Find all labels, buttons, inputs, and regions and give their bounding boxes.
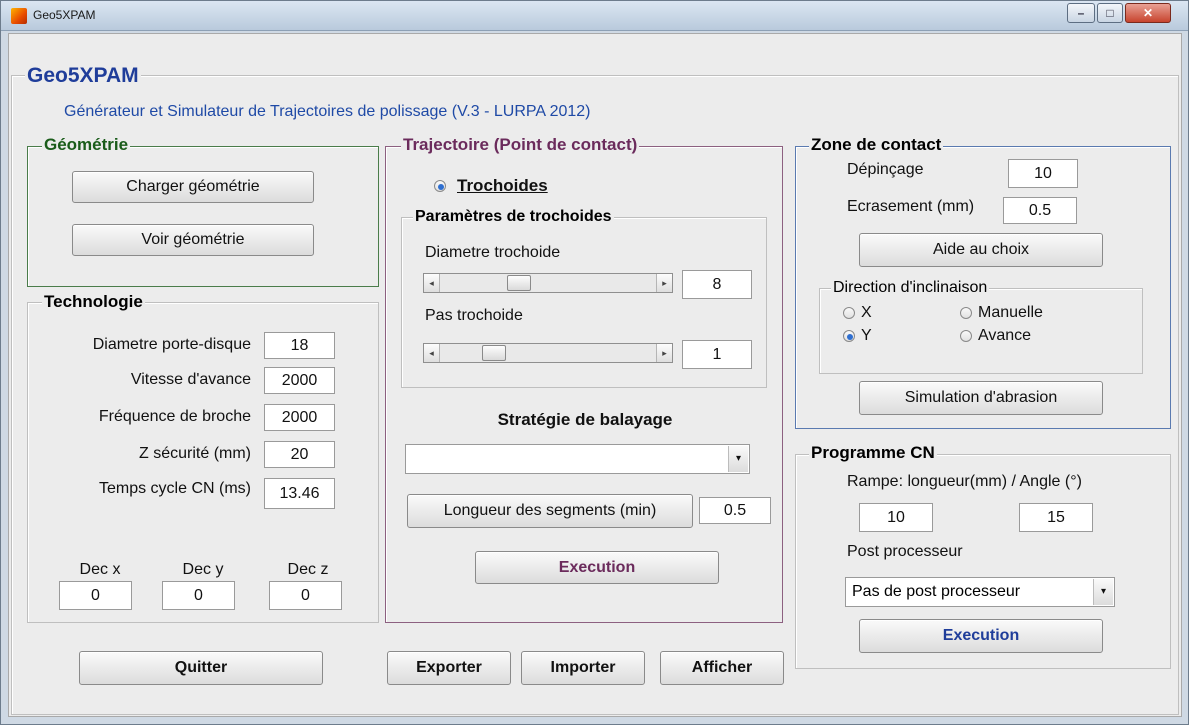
radio-manuelle-label[interactable]: Manuelle: [978, 304, 1043, 322]
rampe-label: Rampe: longueur(mm) / Angle (°): [847, 473, 1082, 490]
strategie-balayage-dropdown[interactable]: ▾: [405, 444, 750, 474]
close-button[interactable]: ✕: [1125, 3, 1171, 23]
diametre-trochoide-label: Diametre trochoide: [425, 244, 561, 261]
diametre-trochoide-input[interactable]: 8: [682, 270, 752, 299]
temps-cycle-input[interactable]: 13.46: [264, 478, 335, 509]
app-title: Geo5XPAM: [25, 64, 141, 88]
post-processeur-dropdown[interactable]: Pas de post processeur ▾: [845, 577, 1115, 607]
zone-contact-title: Zone de contact: [809, 135, 944, 154]
minimize-icon: –: [1077, 6, 1085, 20]
dec-y-label: Dec y: [182, 561, 224, 578]
radio-avance-label[interactable]: Avance: [978, 327, 1031, 345]
frequence-broche-label: Fréquence de broche: [98, 408, 251, 425]
pas-trochoide-slider[interactable]: ◂ ▸: [423, 343, 673, 363]
post-processeur-value: Pas de post processeur: [852, 583, 1021, 600]
technologie-title: Technologie: [42, 292, 145, 311]
minimize-button[interactable]: –: [1067, 3, 1095, 23]
voir-geometrie-button[interactable]: Voir géométrie: [72, 224, 314, 256]
slider-right-arrow-icon[interactable]: ▸: [656, 344, 672, 362]
trochoides-radio[interactable]: [434, 180, 446, 192]
radio-direction-y[interactable]: [843, 330, 855, 342]
title-bar[interactable]: Geo5XPAM – □ ✕: [1, 1, 1188, 31]
longueur-segments-button[interactable]: Longueur des segments (min): [407, 494, 693, 528]
close-icon: ✕: [1142, 6, 1154, 20]
radio-direction-manuelle[interactable]: [960, 307, 972, 319]
slider-thumb[interactable]: [482, 345, 506, 361]
trochoides-label[interactable]: Trochoides: [457, 177, 548, 195]
window-title: Geo5XPAM: [33, 8, 96, 22]
pas-trochoide-input[interactable]: 1: [682, 340, 752, 369]
z-securite-input[interactable]: 20: [264, 441, 335, 468]
z-securite-label: Z sécurité (mm): [139, 445, 251, 462]
dropdown-arrow-icon[interactable]: ▾: [1093, 579, 1113, 605]
exporter-button[interactable]: Exporter: [387, 651, 511, 685]
rampe-angle-input[interactable]: 15: [1019, 503, 1093, 532]
charger-geometrie-button[interactable]: Charger géométrie: [72, 171, 314, 203]
direction-inclinaison-title: Direction d'inclinaison: [831, 279, 990, 297]
pas-trochoide-label: Pas trochoide: [425, 307, 523, 324]
frequence-broche-input[interactable]: 2000: [264, 404, 335, 431]
strategie-balayage-label: Stratégie de balayage: [497, 410, 673, 429]
programme-cn-title: Programme CN: [809, 443, 937, 462]
dec-x-input[interactable]: 0: [59, 581, 132, 610]
geometrie-panel: [27, 146, 379, 287]
vitesse-avance-input[interactable]: 2000: [264, 367, 335, 394]
app-window: Geo5XPAM – □ ✕ Geo5XPAM Générateur et Si…: [0, 0, 1189, 725]
dec-x-label: Dec x: [79, 561, 121, 578]
radio-direction-x[interactable]: [843, 307, 855, 319]
radio-direction-avance[interactable]: [960, 330, 972, 342]
dec-y-input[interactable]: 0: [162, 581, 235, 610]
trajectoire-execution-button[interactable]: Execution: [475, 551, 719, 584]
programme-execution-button[interactable]: Execution: [859, 619, 1103, 653]
temps-cycle-label: Temps cycle CN (ms): [98, 480, 251, 497]
slider-left-arrow-icon[interactable]: ◂: [424, 344, 440, 362]
vitesse-avance-label: Vitesse d'avance: [130, 371, 251, 388]
slider-left-arrow-icon[interactable]: ◂: [424, 274, 440, 292]
dec-z-input[interactable]: 0: [269, 581, 342, 610]
quitter-button[interactable]: Quitter: [79, 651, 323, 685]
parametres-trochoides-title: Paramètres de trochoides: [413, 208, 614, 226]
ecrasement-label: Ecrasement (mm): [847, 198, 975, 215]
diametre-porte-disque-input[interactable]: 18: [264, 332, 335, 359]
radio-y-label[interactable]: Y: [861, 327, 872, 345]
importer-button[interactable]: Importer: [521, 651, 645, 685]
slider-thumb[interactable]: [507, 275, 531, 291]
afficher-button[interactable]: Afficher: [660, 651, 784, 685]
dec-z-label: Dec z: [287, 561, 329, 578]
depincage-input[interactable]: 10: [1008, 159, 1078, 188]
dropdown-arrow-icon[interactable]: ▾: [728, 446, 748, 472]
main-panel: Geo5XPAM Générateur et Simulateur de Tra…: [8, 33, 1182, 717]
ecrasement-input[interactable]: 0.5: [1003, 197, 1077, 224]
slider-right-arrow-icon[interactable]: ▸: [656, 274, 672, 292]
geometrie-title: Géométrie: [42, 135, 131, 154]
post-processeur-label: Post processeur: [847, 543, 963, 560]
maximize-icon: □: [1106, 6, 1114, 20]
simulation-abrasion-button[interactable]: Simulation d'abrasion: [859, 381, 1103, 415]
app-subtitle: Générateur et Simulateur de Trajectoires…: [64, 103, 591, 120]
trajectoire-title: Trajectoire (Point de contact): [401, 135, 640, 154]
diametre-porte-disque-label: Diametre porte-disque: [92, 336, 251, 353]
diametre-trochoide-slider[interactable]: ◂ ▸: [423, 273, 673, 293]
longueur-segments-input[interactable]: 0.5: [699, 497, 771, 524]
radio-x-label[interactable]: X: [861, 304, 872, 322]
rampe-longueur-input[interactable]: 10: [859, 503, 933, 532]
matlab-app-icon: [11, 8, 27, 24]
depincage-label: Dépinçage: [847, 161, 924, 178]
aide-au-choix-button[interactable]: Aide au choix: [859, 233, 1103, 267]
maximize-button[interactable]: □: [1097, 3, 1123, 23]
